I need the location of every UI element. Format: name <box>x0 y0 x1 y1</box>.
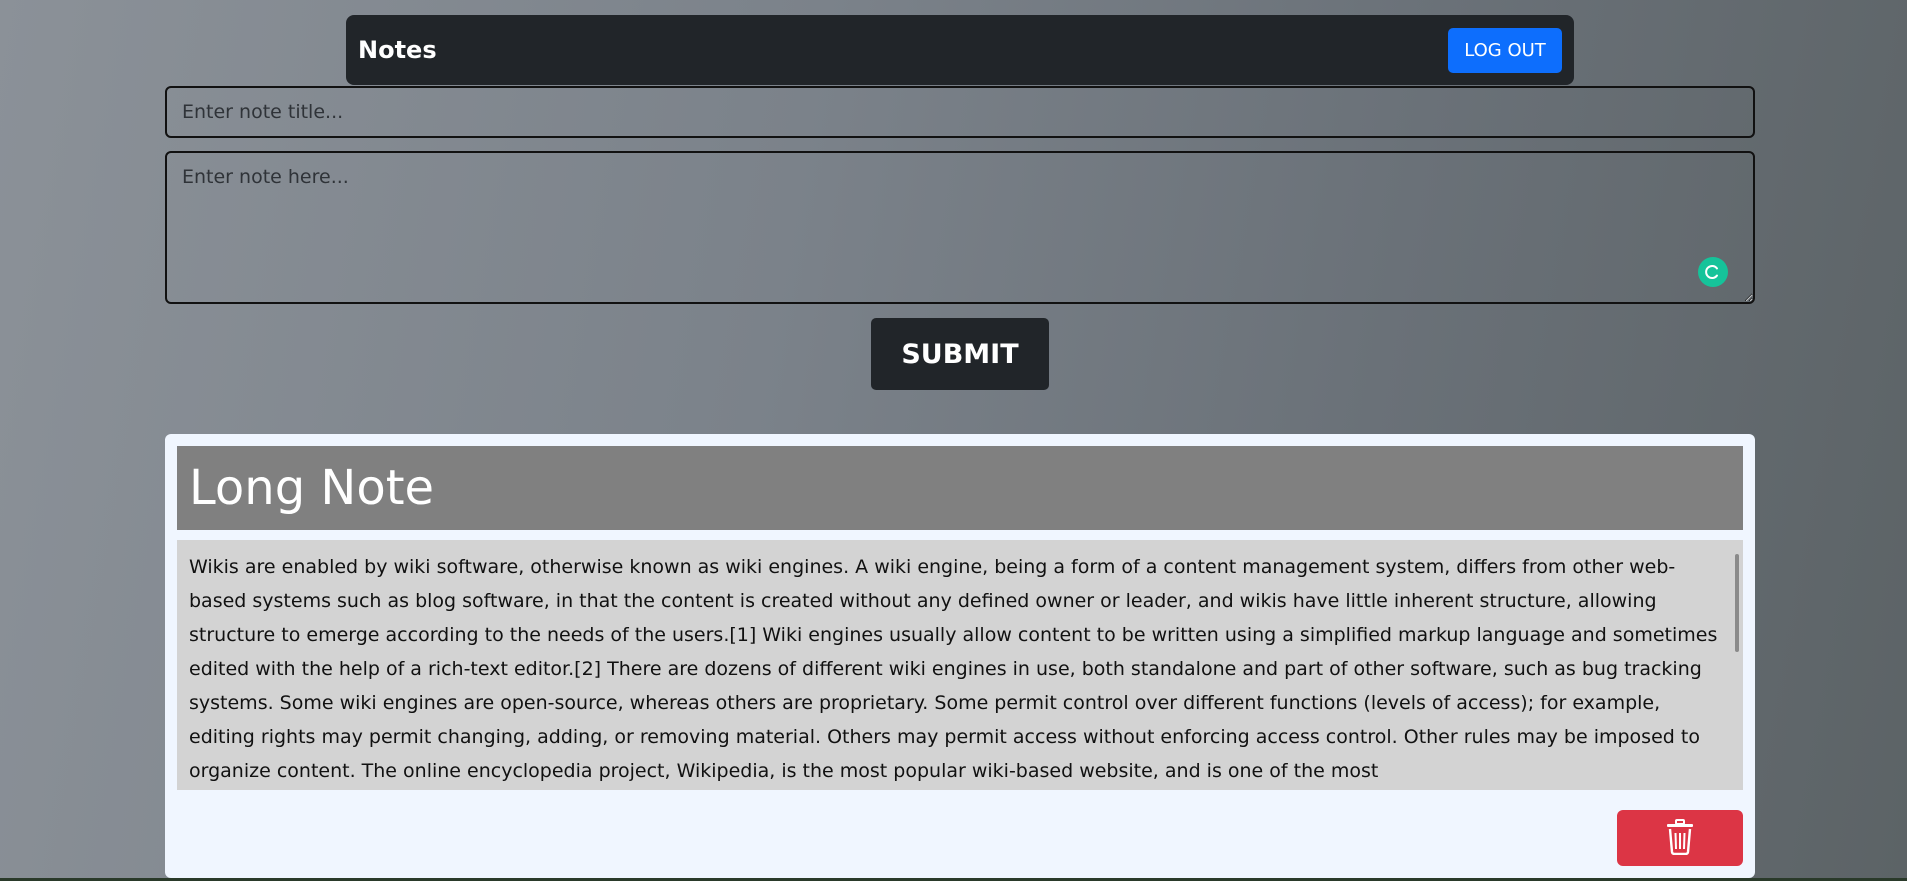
note-body: Wikis are enabled by wiki software, othe… <box>177 540 1743 790</box>
logout-button[interactable]: LOG OUT <box>1448 28 1562 73</box>
note-body-scrollbar[interactable] <box>1735 554 1739 652</box>
note-body-text: Wikis are enabled by wiki software, othe… <box>189 556 1718 782</box>
note-title: Long Note <box>177 446 1743 530</box>
trash-icon <box>1665 818 1695 858</box>
note-title-input[interactable] <box>165 86 1755 138</box>
grammar-assistant-icon[interactable] <box>1698 257 1728 287</box>
note-body-textarea[interactable] <box>165 151 1755 304</box>
delete-note-button[interactable] <box>1617 810 1743 866</box>
note-card: Long Note Wikis are enabled by wiki soft… <box>165 434 1755 878</box>
submit-button[interactable]: SUBMIT <box>871 318 1049 390</box>
app-brand: Notes <box>358 36 437 64</box>
top-navbar: Notes LOG OUT <box>346 15 1574 85</box>
